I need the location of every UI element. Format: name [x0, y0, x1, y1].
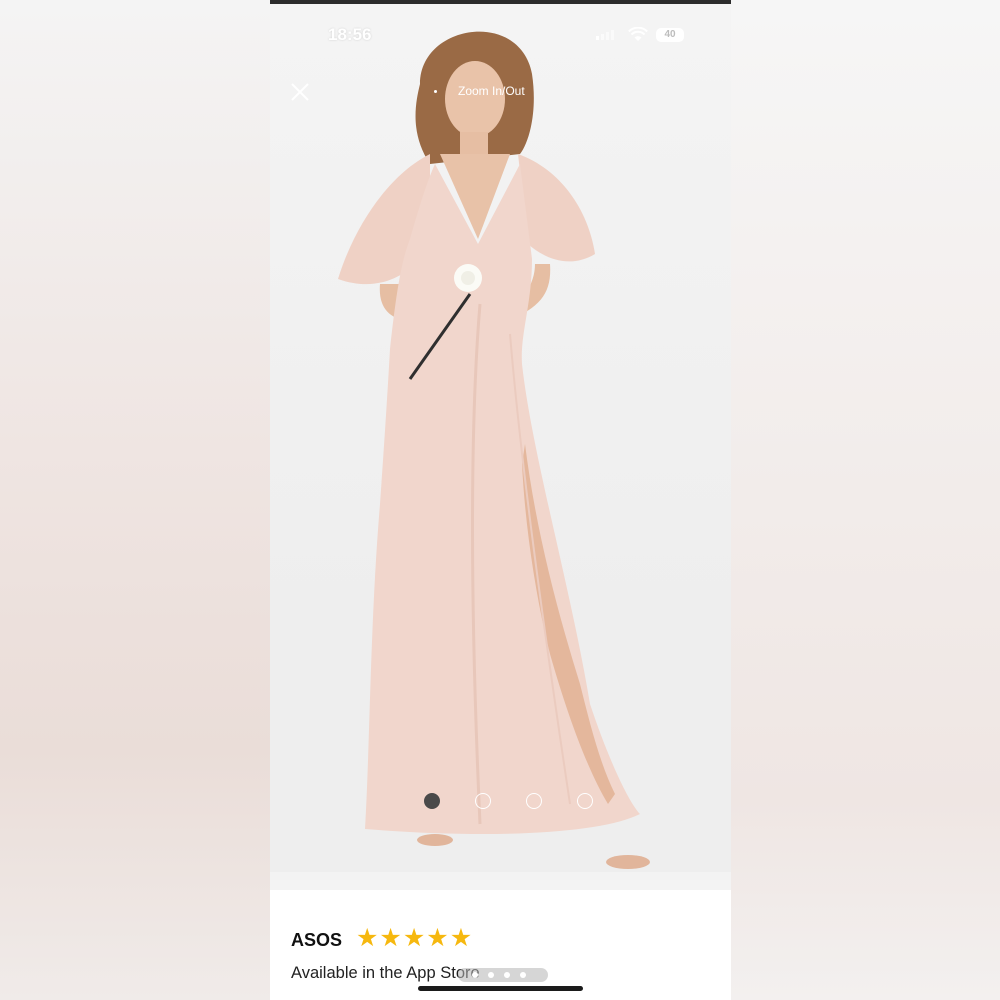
cellular-signal-icon [596, 30, 614, 40]
app-store-banner[interactable]: ASOS ★★★★★ Available in the App Store [270, 890, 731, 1000]
close-icon [291, 83, 309, 101]
star-icon: ★ [356, 924, 379, 952]
pagination-dot-4[interactable] [577, 793, 593, 809]
availability-text: Available in the App Store [291, 964, 480, 982]
wifi-icon [628, 27, 648, 41]
zoom-hint-bullet [434, 90, 437, 93]
page-dot [472, 972, 478, 978]
status-time: 18:56 [328, 25, 372, 44]
page-control-pill [458, 968, 548, 982]
star-icon: ★ [449, 924, 473, 952]
blurred-background-right [730, 0, 1000, 1000]
pagination-dot-3[interactable] [526, 793, 542, 809]
page-dot [504, 972, 510, 978]
star-icon: ★ [379, 924, 402, 952]
model-in-dress-illustration [338, 31, 650, 869]
zoom-hint-text: Zoom In/Out [458, 84, 525, 98]
close-button[interactable] [288, 80, 312, 104]
status-bar: 18:56 40 [270, 22, 731, 50]
home-indicator[interactable] [418, 986, 583, 991]
pagination-dot-2[interactable] [475, 793, 491, 809]
pagination-dot-1[interactable] [424, 793, 440, 809]
star-icon: ★ [426, 924, 449, 952]
phone-screen: 18:56 40 Zoom In/Out ASOS ★★★★★ Availabl… [270, 0, 731, 1000]
page-dot [520, 972, 526, 978]
star-icon: ★ [402, 924, 426, 952]
page-dot [488, 972, 494, 978]
battery-indicator: 40 [656, 28, 684, 42]
blurred-background-left [0, 0, 270, 1000]
product-photo[interactable]: 18:56 40 Zoom In/Out [270, 4, 731, 872]
image-pagination [270, 793, 731, 811]
rating-stars: ★★★★★ [356, 926, 473, 951]
brand-name: ASOS [291, 930, 343, 950]
